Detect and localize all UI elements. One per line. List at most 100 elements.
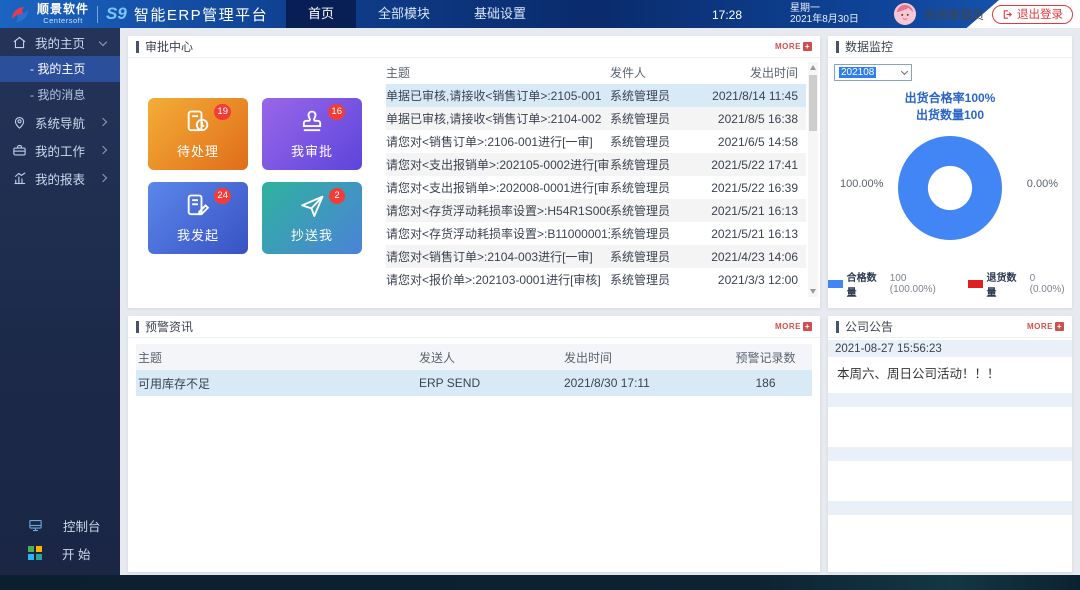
briefcase-icon: [12, 143, 27, 158]
row-time: 2021/6/5 14:58: [702, 130, 806, 153]
more-button[interactable]: MORE +: [775, 42, 812, 51]
tile-badge: 16: [328, 104, 345, 120]
sidebar-item-my-reports[interactable]: 我的报表: [0, 164, 120, 192]
company-name: 顺景软件: [37, 3, 89, 15]
console-label: 控制台: [63, 516, 101, 535]
approval-row[interactable]: 请您对<支出报销单>:202105-0002进行[审核] 系统管理员 2021/…: [386, 153, 806, 176]
tile-cc-to-me[interactable]: 抄送我 2: [262, 182, 362, 254]
period-select[interactable]: 202108: [834, 64, 912, 81]
more-button[interactable]: MORE +: [1027, 322, 1064, 331]
data-monitor-panel: 数据监控 202108 出货合格率100% 出货数量100 100.00% 0.…: [828, 36, 1072, 308]
tile-badge: 2: [329, 188, 345, 204]
tile-label: 我审批: [291, 141, 333, 160]
sidebar-subitem-my-messages[interactable]: 我的消息: [0, 82, 120, 108]
monitor-summary: 出货合格率100% 出货数量100: [828, 90, 1072, 124]
donut-right-label: 0.00%: [1027, 178, 1058, 190]
sidebar-subitem-my-home[interactable]: 我的主页: [0, 56, 120, 82]
row-time: 2021/5/22 17:41: [702, 153, 806, 176]
sidebar-item-my-work[interactable]: 我的工作: [0, 136, 120, 164]
doc-edit-icon: [184, 192, 212, 220]
announcement-entry[interactable]: [828, 447, 1072, 501]
chevron-right-icon: [99, 146, 107, 154]
weekday: 星期一: [790, 3, 859, 14]
approval-row[interactable]: 请您对<销售订单>:2104-003进行[一审] 系统管理员 2021/4/23…: [386, 245, 806, 268]
chevron-down-icon: [901, 68, 908, 75]
sidebar-item-my-home[interactable]: 我的主页: [0, 28, 120, 56]
row-time: 2021/4/23 14:06: [702, 245, 806, 268]
row-sender: 系统管理员: [610, 130, 702, 153]
brand-block: 顺景软件 Centersoft S9 智能ERP管理平台: [0, 2, 268, 26]
clock: 17:28: [712, 8, 742, 22]
sidebar-item-label: 我的主页: [35, 33, 85, 52]
announcement-date: [828, 501, 1072, 515]
alert-row[interactable]: 可用库存不足 ERP SEND 2021/8/30 17:11 186: [136, 370, 812, 396]
more-button[interactable]: MORE +: [775, 322, 812, 331]
column-sender: 发件人: [610, 60, 702, 84]
erp-dashboard: 顺景软件 Centersoft S9 智能ERP管理平台 首页 全部模块 基础设…: [0, 0, 1080, 590]
scroll-thumb[interactable]: [809, 75, 817, 131]
announcement-entry[interactable]: [828, 501, 1072, 571]
row-alert-count: 186: [717, 370, 812, 396]
legend-value: 0 (0.00%): [1030, 273, 1072, 295]
announcements-panel: 公司公告 MORE + 2021-08-27 15:56:23 本周六、周日公司…: [828, 316, 1072, 572]
chevron-down-icon: [99, 38, 107, 46]
donut-chart: 100.00% 0.00%: [828, 134, 1072, 250]
tile-pending[interactable]: 待处理 19: [148, 98, 248, 170]
tile-badge: 19: [214, 104, 231, 120]
avatar[interactable]: [894, 3, 916, 25]
nav-tab-basic-settings[interactable]: 基础设置: [452, 0, 548, 28]
announcements-panel-header: 公司公告 MORE +: [828, 316, 1072, 338]
more-label: MORE: [775, 42, 801, 51]
column-subject: 主题: [136, 344, 417, 370]
alerts-table: 主题 发送人 发出时间 预警记录数 可用库存不足 ERP SEND 2021/8…: [128, 338, 820, 396]
row-time: 2021/8/5 16:38: [702, 107, 806, 130]
tile-badge: 24: [214, 188, 231, 204]
row-time: 2021/5/22 16:39: [702, 176, 806, 199]
row-subject: 可用库存不足: [136, 370, 417, 396]
alerts-table-header: 主题 发送人 发出时间 预警记录数: [136, 344, 812, 370]
approval-row[interactable]: 请您对<报价单>:202103-0001进行[审核] 系统管理员 2021/3/…: [386, 268, 806, 291]
bottom-taskbar: [0, 575, 1080, 590]
approval-table-header: 主题 发件人 发出时间: [386, 60, 806, 84]
panel-title: 公司公告: [836, 318, 893, 335]
nav-tab-home[interactable]: 首页: [286, 0, 356, 28]
tile-label: 抄送我: [291, 225, 333, 244]
row-time: 2021/8/14 11:45: [702, 84, 806, 107]
approval-row[interactable]: 单据已审核,请接收<销售订单>:2105-001 系统管理员 2021/8/14…: [386, 84, 806, 107]
approval-row[interactable]: 单据已审核,请接收<销售订单>:2104-002 系统管理员 2021/8/5 …: [386, 107, 806, 130]
legend-name: 退货数量: [987, 269, 1026, 299]
approval-table-body: 单据已审核,请接收<销售订单>:2105-001 系统管理员 2021/8/14…: [386, 84, 806, 291]
column-time: 发出时间: [702, 60, 806, 84]
column-alert-count: 预警记录数: [717, 344, 812, 370]
approval-row[interactable]: 请您对<存货浮动耗损率设置>:H54R1S006002进行[审核] 系统管理员 …: [386, 199, 806, 222]
approval-row[interactable]: 请您对<存货浮动耗损率设置>:B11000001进行[审核] 系统管理员 202…: [386, 222, 806, 245]
table-scrollbar[interactable]: [808, 62, 818, 297]
approval-row[interactable]: 请您对<支出报销单>:202008-0001进行[审核] 系统管理员 2021/…: [386, 176, 806, 199]
alerts-panel: 预警资讯 MORE + 主题 发送人 发出时间 预警记录数: [128, 316, 820, 572]
sidebar-item-system-nav[interactable]: 系统导航: [0, 108, 120, 136]
row-sender: 系统管理员: [610, 107, 702, 130]
product-title: 智能ERP管理平台: [134, 4, 268, 25]
brand-divider: [97, 6, 98, 23]
announcement-entry[interactable]: [828, 393, 1072, 447]
subitem-label: 我的主页: [37, 62, 85, 76]
announcement-entry[interactable]: 2021-08-27 15:56:23 本周六、周日公司活动！！！: [828, 340, 1072, 393]
panel-title: 预警资讯: [136, 318, 193, 335]
approval-row[interactable]: 请您对<销售订单>:2106-001进行[一审] 系统管理员 2021/6/5 …: [386, 130, 806, 153]
avatar-image: [894, 3, 916, 25]
paper-plane-icon: [298, 192, 326, 220]
nav-tab-all-modules[interactable]: 全部模块: [356, 0, 452, 28]
scroll-down-icon[interactable]: [810, 289, 816, 294]
legend-swatch: [968, 280, 983, 288]
tile-my-approvals[interactable]: 我审批 16: [262, 98, 362, 170]
scroll-up-icon[interactable]: [810, 65, 816, 70]
sidebar-start-button[interactable]: 开 始: [0, 539, 120, 567]
approval-tiles: 待处理 19 我审批 16 我发起 24: [128, 58, 382, 307]
legend-name: 合格数量: [847, 269, 886, 299]
logout-button[interactable]: 退出登录: [992, 5, 1073, 24]
home-icon: [12, 35, 27, 50]
sidebar-console-button[interactable]: 控制台: [0, 511, 120, 539]
start-label: 开 始: [62, 544, 90, 563]
tile-initiated-by-me[interactable]: 我发起 24: [148, 182, 248, 254]
navigation-pin-icon: [12, 115, 27, 130]
